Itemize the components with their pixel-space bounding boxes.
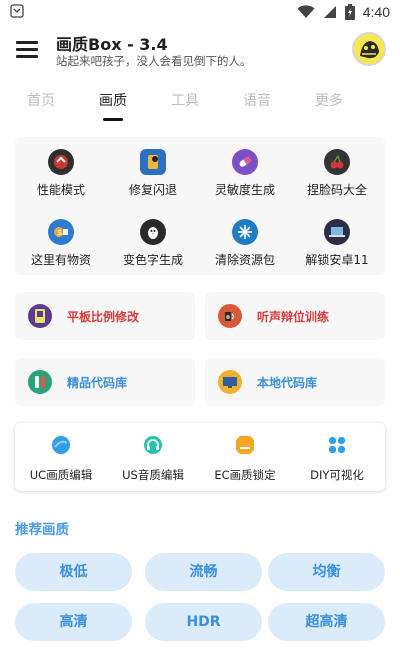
supplies-icon: $ [48, 219, 74, 245]
grid-label: 灵敏度生成 [214, 183, 275, 197]
grid-label: 清除资源包 [214, 253, 275, 267]
repair-icon [140, 149, 166, 175]
us-audio-edit[interactable]: US音质编辑 [107, 435, 199, 483]
tab-quality[interactable]: 画质 [83, 90, 143, 110]
grid-label: 修复闪退 [128, 183, 177, 197]
tab-bar: 首页 画质 工具 语音 更多 [0, 82, 400, 122]
local-code-label: 本地代码库 [257, 376, 318, 390]
grid-item-sensitivity[interactable]: 灵敏度生成 [199, 149, 291, 198]
ec-quality-lock[interactable]: EC画质锁定 [199, 435, 291, 483]
grid-item-clear-resources[interactable]: 清除资源包 [199, 219, 291, 268]
wifi-icon [297, 5, 315, 18]
status-bar: 4:40 [0, 0, 400, 24]
grid-item-performance[interactable]: 性能模式 [15, 149, 107, 198]
performance-icon [48, 149, 74, 175]
tab-home[interactable]: 首页 [11, 90, 71, 110]
quality-option-very-low[interactable]: 极低 [15, 553, 132, 591]
sound-training-label: 听声辩位训练 [257, 310, 330, 324]
headphone-icon [144, 436, 162, 454]
quality-option-hdr[interactable]: HDR [145, 603, 262, 641]
grid-item-unlock-android[interactable]: 解锁安卓11 [291, 219, 383, 268]
tablet-ratio-card[interactable]: 平板比例修改 [15, 292, 195, 340]
editor-row: UC画质编辑 US音质编辑 EC画质锁定 DIY可视化 [15, 423, 385, 491]
avatar-image [354, 34, 384, 64]
tab-indicator [103, 118, 123, 121]
lock-box-icon [236, 436, 254, 454]
diy-visual[interactable]: DIY可视化 [291, 435, 383, 483]
local-code-card[interactable]: 本地代码库 [205, 358, 385, 406]
notification-icon [10, 4, 24, 18]
cherry-icon [324, 149, 350, 175]
quality-option-balanced[interactable]: 均衡 [268, 553, 385, 591]
quality-option-smooth[interactable]: 流畅 [145, 553, 262, 591]
grid-item-color-text[interactable]: 变色字生成 [107, 219, 199, 268]
premium-code-label: 精品代码库 [67, 376, 128, 390]
editor-label: DIY可视化 [310, 468, 364, 482]
clock: 4:40 [362, 4, 390, 20]
pill-icon [232, 149, 258, 175]
editor-label: EC画质锁定 [214, 468, 276, 482]
grid-label: 捏脸码大全 [306, 183, 367, 197]
svg-text:$: $ [57, 228, 62, 237]
app-subtitle: 站起来吧孩子，没人会看见倒下的人。 [56, 54, 252, 68]
laptop-icon [324, 219, 350, 245]
editor-label: US音质编辑 [122, 468, 184, 482]
speaker-icon [218, 304, 242, 328]
uc-edit-icon [52, 436, 70, 454]
app-header: 画质Box - 3.4 站起来吧孩子，没人会看见倒下的人。 [0, 24, 400, 78]
tab-voice[interactable]: 语音 [227, 90, 287, 110]
recommend-title: 推荐画质 [15, 522, 69, 538]
editor-label: UC画质编辑 [29, 468, 93, 482]
uc-quality-edit[interactable]: UC画质编辑 [15, 435, 107, 483]
grid-label: 性能模式 [36, 183, 85, 197]
battery-icon [344, 4, 355, 20]
menu-icon[interactable] [16, 38, 38, 58]
snowflake-icon [232, 219, 258, 245]
sound-training-card[interactable]: 听声辩位训练 [205, 292, 385, 340]
quality-option-ultra-hd[interactable]: 超高清 [268, 603, 385, 641]
monitor-icon [218, 370, 242, 394]
tools-grid: 性能模式 修复闪退 灵敏度生成 捏脸码大全 $ 这里有物资 变色字生成 清除资源… [15, 137, 385, 275]
signal-icon [323, 6, 336, 18]
tab-tools[interactable]: 工具 [155, 90, 215, 110]
diy-icon [329, 437, 345, 453]
tablet-icon [28, 304, 52, 328]
grid-label: 解锁安卓11 [305, 253, 369, 267]
grid-item-repair[interactable]: 修复闪退 [107, 149, 199, 198]
grid-label: 这里有物资 [30, 253, 91, 267]
app-title: 画质Box - 3.4 [56, 35, 168, 54]
tab-more[interactable]: 更多 [299, 90, 359, 110]
avatar[interactable] [352, 32, 386, 66]
grid-item-face-codes[interactable]: 捏脸码大全 [291, 149, 383, 198]
penguin-icon [140, 219, 166, 245]
tablet-ratio-label: 平板比例修改 [67, 310, 140, 324]
grid-item-supplies[interactable]: $ 这里有物资 [15, 219, 107, 268]
grid-label: 变色字生成 [122, 253, 183, 267]
quality-option-hd[interactable]: 高清 [15, 603, 132, 641]
code-box-icon [28, 370, 52, 394]
premium-code-card[interactable]: 精品代码库 [15, 358, 195, 406]
